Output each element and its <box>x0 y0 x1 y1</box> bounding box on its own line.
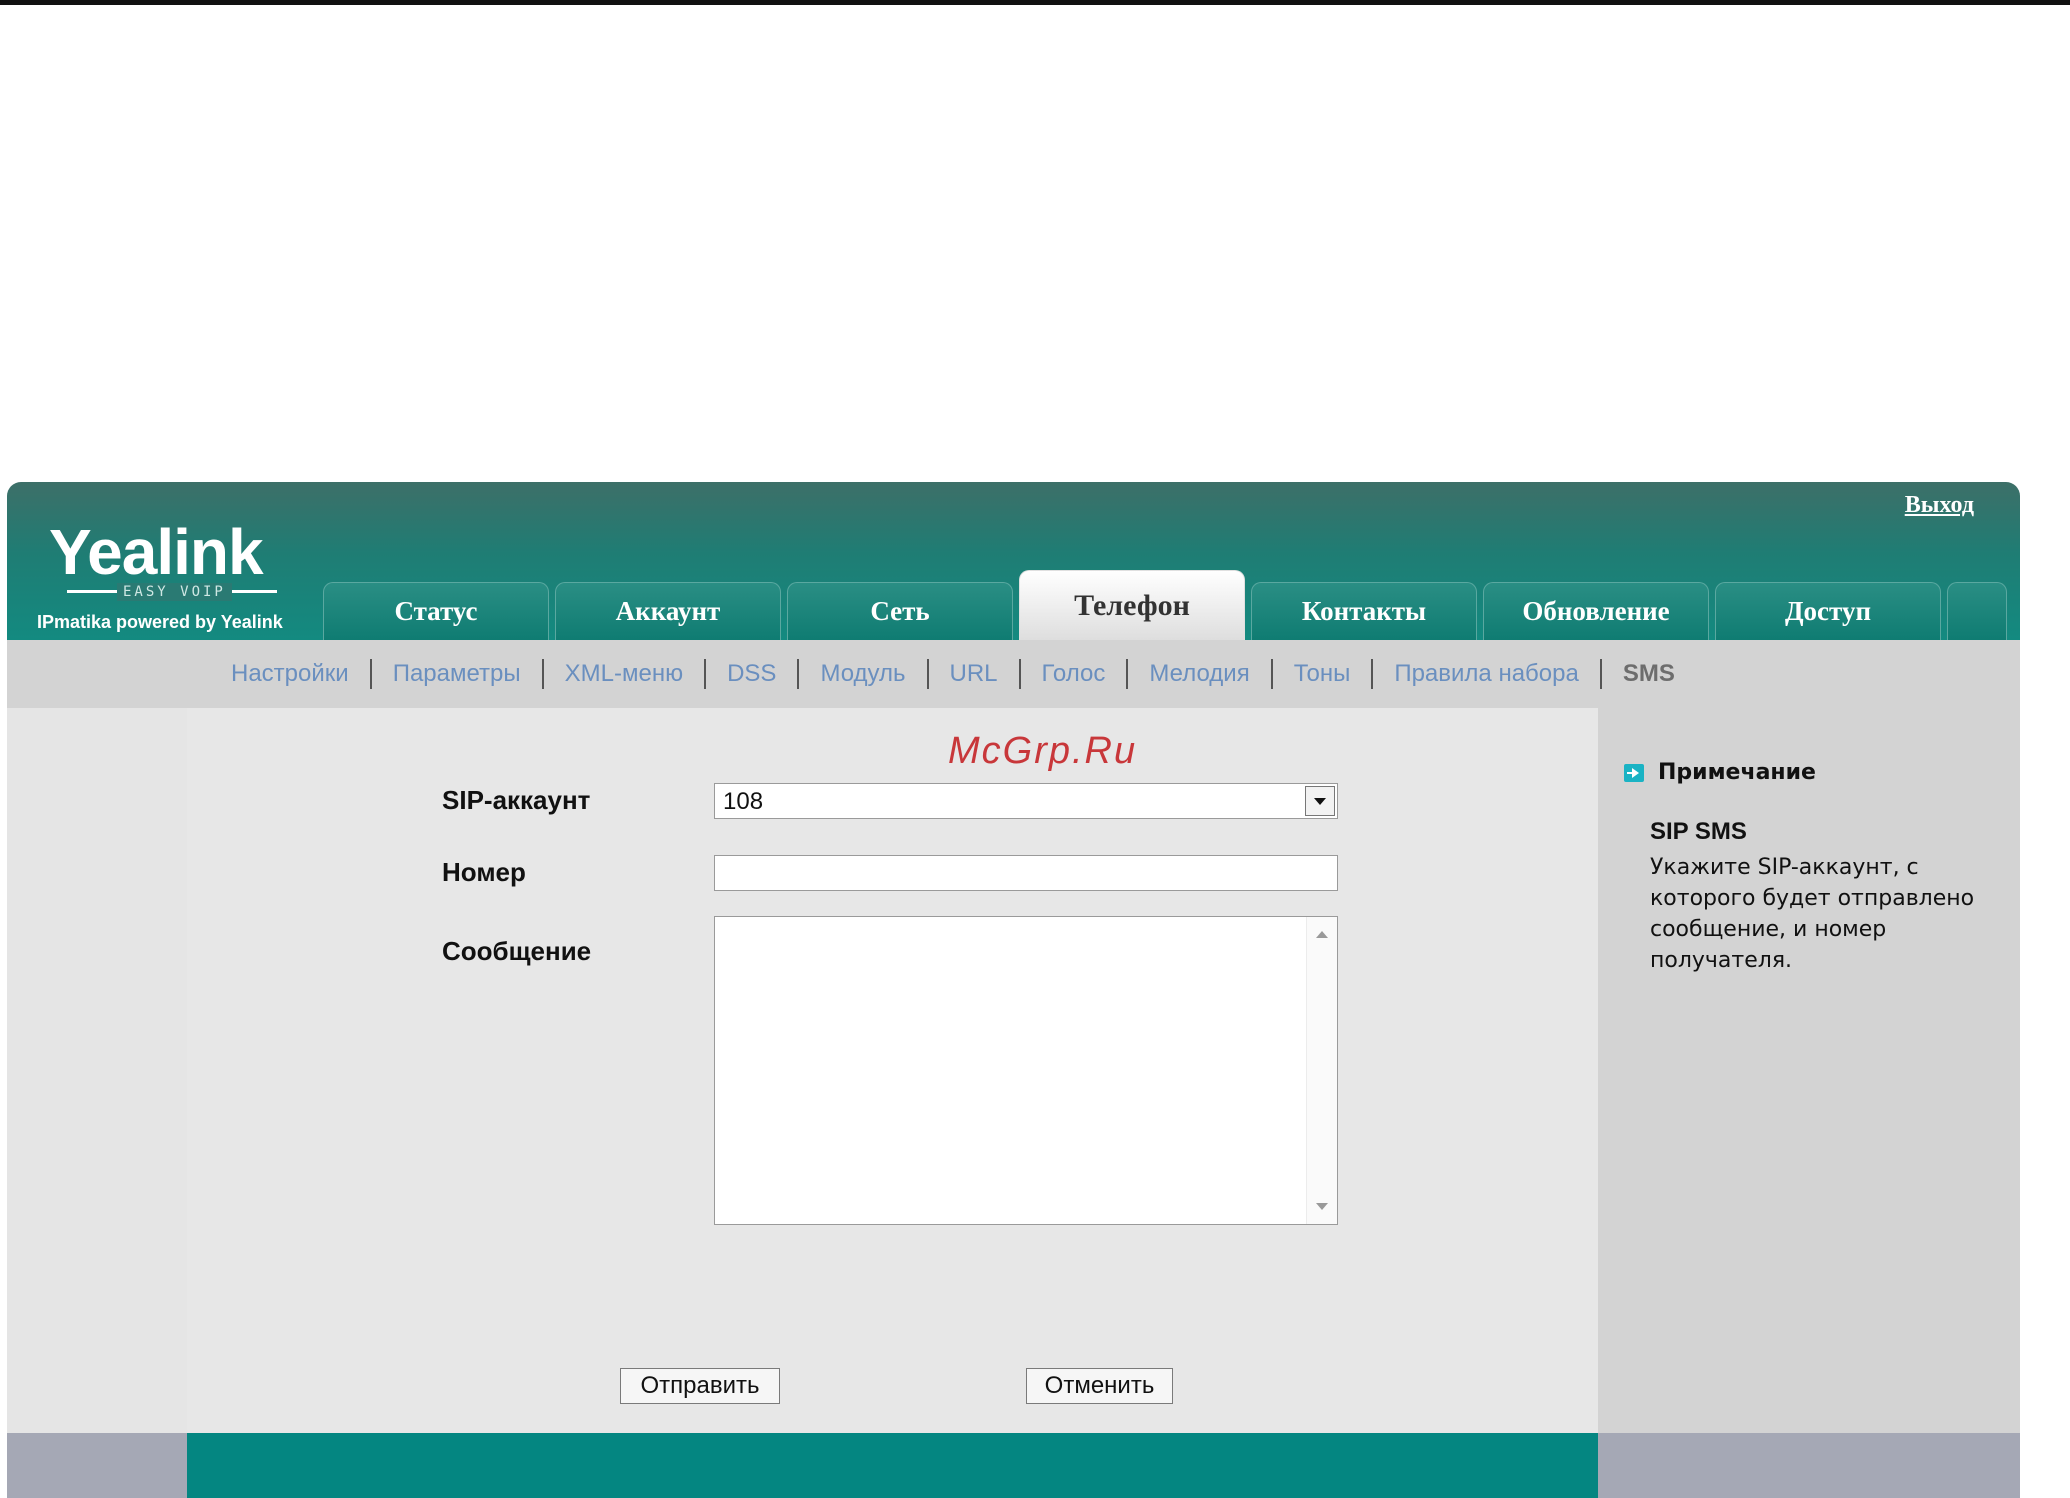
dropdown-button[interactable] <box>1305 786 1335 816</box>
logo-powered-by: IPmatika powered by Yealink <box>37 612 283 632</box>
footer-bar <box>187 1433 1598 1498</box>
sub-navigation: Настройки Параметры XML-меню DSS Модуль … <box>7 640 2020 708</box>
watermark: McGrp.Ru <box>948 730 1138 772</box>
subnav-settings[interactable]: Настройки <box>210 660 370 688</box>
subnav-voice[interactable]: Голос <box>1021 660 1127 688</box>
note-text: Укажите SIP-аккаунт, с которого будет от… <box>1650 855 1975 973</box>
web-admin-app: Yealink EASY VOIP IPmatika powered by Ye… <box>7 482 2020 1498</box>
scroll-up-icon[interactable] <box>1316 931 1328 938</box>
footer-left <box>7 1433 187 1498</box>
header-bar: Yealink EASY VOIP IPmatika powered by Ye… <box>7 482 2020 640</box>
tab-status[interactable]: Статус <box>323 582 549 640</box>
chevron-down-icon <box>1314 797 1326 805</box>
subnav-ringtone[interactable]: Мелодия <box>1128 660 1270 688</box>
sms-form-panel: McGrp.Ru SIP-аккаунт 108 Номер Сообщение… <box>187 708 1598 1433</box>
send-button[interactable]: Отправить <box>620 1368 780 1404</box>
subnav-tones[interactable]: Тоны <box>1273 660 1372 688</box>
sip-account-value: 108 <box>723 788 764 815</box>
logout-link[interactable]: Выход <box>1905 492 1974 519</box>
sip-account-select[interactable]: 108 <box>714 783 1338 819</box>
subnav-dial-plan[interactable]: Правила набора <box>1373 660 1600 688</box>
cancel-button[interactable]: Отменить <box>1026 1368 1173 1404</box>
main-tabs: Статус Аккаунт Сеть Телефон Контакты Обн… <box>323 570 2007 640</box>
tab-security[interactable]: Доступ <box>1715 582 1941 640</box>
logo-brand: Yealink <box>49 516 264 588</box>
message-textarea[interactable] <box>715 917 1309 1228</box>
top-border <box>0 0 2070 5</box>
tab-network[interactable]: Сеть <box>787 582 1013 640</box>
sip-account-label: SIP-аккаунт <box>442 785 591 815</box>
subnav-xml-menu[interactable]: XML-меню <box>544 660 704 688</box>
subnav-url[interactable]: URL <box>929 660 1019 688</box>
number-input[interactable] <box>714 855 1338 891</box>
message-scrollbar[interactable] <box>1306 917 1337 1224</box>
subnav-sms[interactable]: SMS <box>1602 660 1696 688</box>
left-gutter <box>7 708 187 1433</box>
subnav-module[interactable]: Модуль <box>799 660 926 688</box>
subnav-parameters[interactable]: Параметры <box>372 660 542 688</box>
footer-right <box>1598 1433 2020 1498</box>
message-label: Сообщение <box>442 936 592 966</box>
note-header: Примечание <box>1624 760 1816 785</box>
message-field <box>714 916 1338 1228</box>
tab-edge <box>1947 582 2007 640</box>
note-subtitle: SIP SMS <box>1650 818 1747 845</box>
tab-upgrade[interactable]: Обновление <box>1483 582 1709 640</box>
subnav-dss[interactable]: DSS <box>706 660 797 688</box>
tab-phone[interactable]: Телефон <box>1019 570 1245 640</box>
arrow-right-icon <box>1624 763 1644 782</box>
scroll-down-icon[interactable] <box>1316 1203 1328 1210</box>
note-title: Примечание <box>1658 760 1816 785</box>
yealink-logo: Yealink EASY VOIP IPmatika powered by Ye… <box>7 520 322 638</box>
tab-account[interactable]: Аккаунт <box>555 582 781 640</box>
logo-tagline: EASY VOIP <box>117 583 232 601</box>
note-sidebar: Примечание SIP SMS Укажите SIP-аккаунт, … <box>1598 708 2020 1433</box>
number-label: Номер <box>442 857 526 887</box>
tab-contacts[interactable]: Контакты <box>1251 582 1477 640</box>
